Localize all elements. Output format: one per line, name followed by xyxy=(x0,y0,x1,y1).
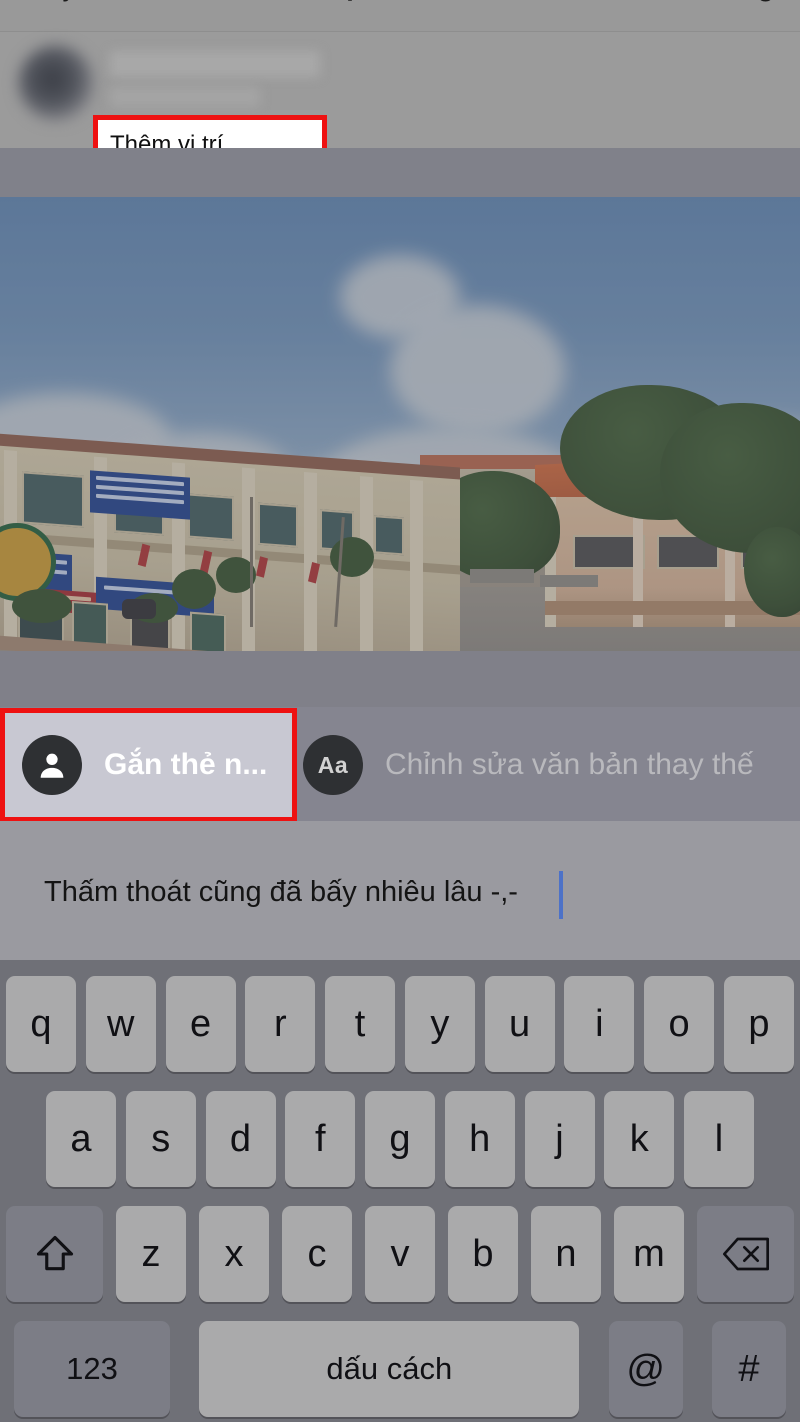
key-q[interactable]: q xyxy=(6,976,76,1072)
key-n[interactable]: n xyxy=(531,1206,601,1302)
numeric-mode-key[interactable]: 123 xyxy=(14,1321,170,1417)
post-composer-screen: Hủy Tạo bài viết Đăng Thêm vị trí... xyxy=(0,0,800,1422)
tag-people-button[interactable]: Gắn thẻ n... xyxy=(22,708,267,822)
key-w[interactable]: w xyxy=(85,976,156,1072)
key-k[interactable]: k xyxy=(604,1091,675,1187)
key-p[interactable]: p xyxy=(723,976,794,1072)
caption-input[interactable]: Thấm thoát cũng đã bấy nhiêu lâu -,- xyxy=(0,821,800,960)
tag-people-label: Gắn thẻ n... xyxy=(104,748,268,781)
key-m[interactable]: m xyxy=(614,1206,684,1302)
key-r[interactable]: r xyxy=(245,976,316,1072)
composer-header: Hủy Tạo bài viết Đăng xyxy=(0,0,800,32)
post-button[interactable]: Đăng xyxy=(707,0,775,2)
on-screen-keyboard: q w e r t y u i o p a s d f g h j k l z … xyxy=(0,960,800,1422)
space-key[interactable]: dấu cách xyxy=(199,1321,580,1417)
at-key[interactable]: @ xyxy=(608,1321,683,1417)
key-g[interactable]: g xyxy=(365,1091,435,1187)
key-o[interactable]: o xyxy=(644,976,715,1072)
key-x[interactable]: x xyxy=(199,1206,269,1302)
key-b[interactable]: b xyxy=(448,1206,518,1302)
text-caret xyxy=(559,871,563,919)
dim-band-middle xyxy=(0,651,800,707)
key-a[interactable]: a xyxy=(46,1091,116,1187)
keyboard-row-2: a s d f g h j k l xyxy=(0,1091,800,1187)
key-d[interactable]: d xyxy=(205,1091,276,1187)
page-title: Tạo bài viết xyxy=(326,0,475,2)
key-y[interactable]: y xyxy=(404,976,475,1072)
key-c[interactable]: c xyxy=(282,1206,352,1302)
keyboard-row-1: q w e r t y u i o p xyxy=(0,976,800,1072)
key-s[interactable]: s xyxy=(125,1091,196,1187)
photo-dim-overlay xyxy=(0,197,800,651)
edit-alt-text-button[interactable]: Aa Chỉnh sửa văn bản thay thế xyxy=(303,708,754,822)
keyboard-row-3: z x c v b n m xyxy=(0,1206,800,1302)
key-v[interactable]: v xyxy=(365,1206,435,1302)
backspace-icon[interactable] xyxy=(697,1206,794,1302)
key-z[interactable]: z xyxy=(116,1206,186,1302)
keyboard-row-4: 123 dấu cách @ # xyxy=(0,1321,800,1417)
cancel-button[interactable]: Hủy xyxy=(28,0,76,2)
key-h[interactable]: h xyxy=(444,1091,515,1187)
audience-selector-redacted[interactable] xyxy=(110,87,260,107)
key-t[interactable]: t xyxy=(325,976,396,1072)
attached-photo[interactable] xyxy=(0,197,800,651)
key-i[interactable]: i xyxy=(564,976,635,1072)
key-j[interactable]: j xyxy=(524,1091,595,1187)
person-icon xyxy=(22,735,82,795)
author-name-redacted xyxy=(110,51,320,77)
edit-alt-text-label: Chỉnh sửa văn bản thay thế xyxy=(385,748,754,781)
caption-text: Thấm thoát cũng đã bấy nhiêu lâu -,- xyxy=(44,876,518,908)
aa-icon: Aa xyxy=(303,735,363,795)
hash-key[interactable]: # xyxy=(711,1321,786,1417)
aa-icon-label: Aa xyxy=(317,751,349,778)
author-row: Thêm vị trí... xyxy=(0,33,800,174)
dim-band-top xyxy=(0,148,800,197)
key-e[interactable]: e xyxy=(165,976,236,1072)
key-u[interactable]: u xyxy=(484,976,555,1072)
key-f[interactable]: f xyxy=(285,1091,356,1187)
avatar[interactable] xyxy=(18,45,94,121)
key-l[interactable]: l xyxy=(684,1091,754,1187)
shift-icon[interactable] xyxy=(6,1206,103,1302)
